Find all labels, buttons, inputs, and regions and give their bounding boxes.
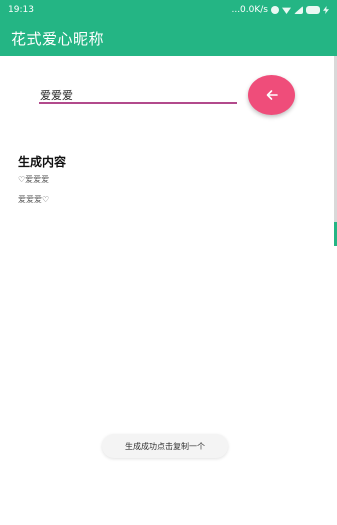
signal-icon <box>294 6 303 14</box>
result-item[interactable]: ♡爱爱爱 <box>18 174 49 185</box>
toast-message: 生成成功点击复制一个 <box>102 434 228 458</box>
wifi-icon <box>282 7 291 14</box>
result-item[interactable]: 爱爱爱♡ <box>18 194 49 205</box>
results-heading: 生成内容 <box>18 155 67 169</box>
app-title: 花式爱心昵称 <box>11 29 105 48</box>
generate-button[interactable] <box>248 75 295 115</box>
nickname-input[interactable] <box>39 86 237 104</box>
charging-icon <box>323 6 329 14</box>
arrow-left-icon <box>266 90 278 100</box>
battery-icon <box>306 6 320 14</box>
app-screen: 19:13 ...0.0K/s 花式爱心昵称 生成内容 ♡爱爱爱 爱爱爱♡ 生成… <box>0 0 337 525</box>
nickname-input-field <box>39 84 237 104</box>
status-icons: ...0.0K/s <box>231 5 329 15</box>
alarm-icon <box>271 6 279 14</box>
app-bar: 花式爱心昵称 <box>0 20 337 56</box>
status-time: 19:13 <box>8 5 34 15</box>
network-speed: ...0.0K/s <box>231 5 268 15</box>
status-bar: 19:13 ...0.0K/s <box>0 0 337 20</box>
